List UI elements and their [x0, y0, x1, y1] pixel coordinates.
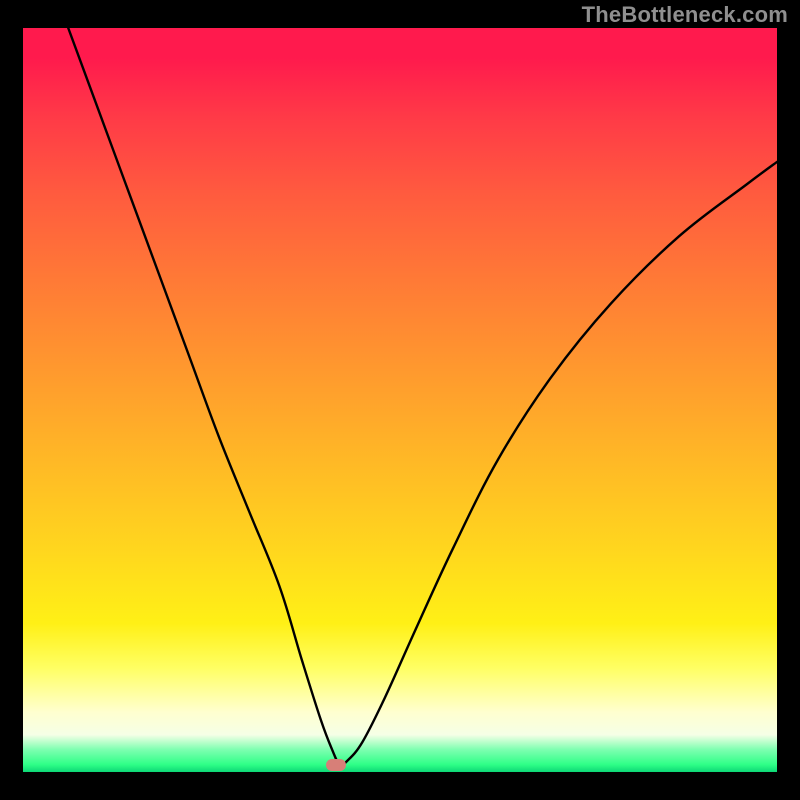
watermark-text: TheBottleneck.com	[582, 2, 788, 28]
chart-frame: TheBottleneck.com	[0, 0, 800, 800]
plot-area	[23, 28, 777, 772]
minimum-marker	[326, 759, 346, 771]
bottleneck-curve	[23, 28, 777, 772]
